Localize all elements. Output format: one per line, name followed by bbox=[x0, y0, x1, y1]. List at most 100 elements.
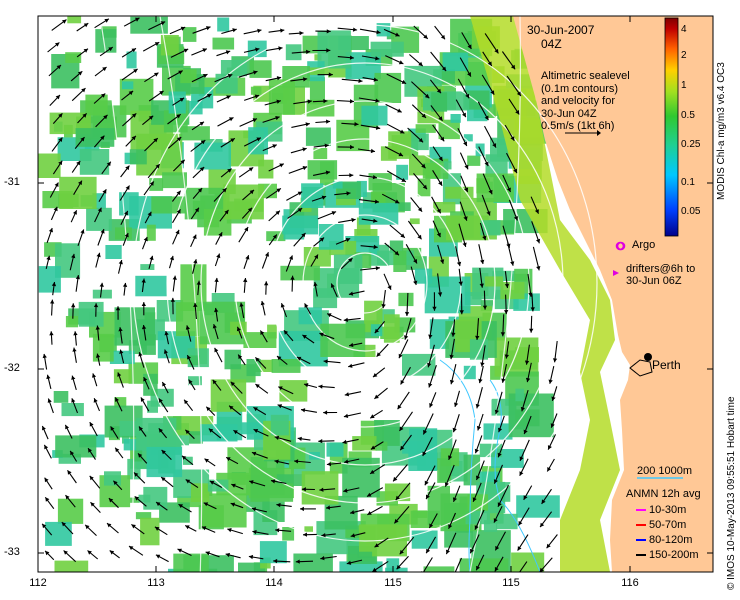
chl-pixel-patch bbox=[270, 414, 289, 436]
chl-pixel-patch bbox=[515, 388, 524, 402]
x-tick-label: 112 bbox=[29, 577, 47, 589]
chl-pixel-patch bbox=[146, 224, 156, 241]
chl-pixel-patch bbox=[516, 495, 560, 518]
anmn-legend-item: 150-200m bbox=[636, 548, 699, 563]
chl-pixel-patch bbox=[282, 527, 295, 541]
chl-pixel-patch bbox=[135, 275, 167, 297]
chl-pixel-patch bbox=[368, 173, 392, 191]
anmn-legend: 10-30m 50-70m 80-120m 150-200m bbox=[636, 503, 699, 563]
chl-pixel-patch bbox=[469, 339, 488, 360]
chl-pixel-patch bbox=[361, 105, 388, 126]
chl-pixel-patch bbox=[463, 134, 473, 142]
anmn-title: ANMN 12h avg bbox=[626, 488, 701, 500]
chl-pixel-patch bbox=[200, 424, 238, 442]
chl-pixel-patch bbox=[511, 552, 545, 572]
legend-swatch bbox=[636, 539, 646, 542]
colorbar bbox=[664, 17, 679, 237]
chl-pixel-patch bbox=[318, 224, 344, 250]
chl-pixel-patch bbox=[75, 128, 115, 147]
note-line: (0.1m contours) bbox=[541, 82, 619, 95]
chl-pixel-patch bbox=[182, 27, 197, 42]
chl-pixel-patch bbox=[250, 483, 294, 502]
drifters-legend-line2: 30-Jun 06Z bbox=[626, 275, 682, 287]
chl-pixel-patch bbox=[305, 127, 331, 146]
legend-label: 80-120m bbox=[649, 534, 693, 546]
chl-pixel-patch bbox=[250, 86, 262, 95]
chl-pixel-patch bbox=[220, 60, 247, 77]
chl-pixel-patch bbox=[282, 215, 319, 235]
anmn-legend-item: 50-70m bbox=[636, 518, 699, 533]
chl-pixel-patch bbox=[301, 183, 324, 208]
chl-pixel-patch bbox=[427, 485, 450, 525]
colorbar-tick-label: 0.5 bbox=[681, 110, 695, 121]
colorbar-tick-label: 2 bbox=[681, 50, 687, 61]
chl-pixel-patch bbox=[86, 207, 112, 231]
colorbar-tick-label: 4 bbox=[681, 24, 687, 35]
chl-pixel-patch bbox=[320, 323, 366, 357]
chl-pixel-patch bbox=[92, 333, 114, 362]
chl-pixel-patch bbox=[105, 245, 122, 259]
chl-pixel-patch bbox=[280, 265, 320, 281]
chl-pixel-patch bbox=[104, 471, 121, 486]
anmn-legend-item: 10-30m bbox=[636, 503, 699, 518]
chl-pixel-patch bbox=[259, 541, 287, 564]
colorbar-tick-label: 0.1 bbox=[681, 177, 695, 188]
chl-pixel-patch bbox=[357, 551, 373, 558]
chl-pixel-patch bbox=[67, 16, 82, 24]
x-tick-label: 115 bbox=[384, 577, 402, 589]
credit-text: © IMOS 10-May-2013 09:55:51 Hobart time bbox=[726, 396, 737, 590]
chl-pixel-patch bbox=[79, 149, 110, 175]
chl-pixel-patch bbox=[249, 60, 272, 78]
chl-pixel-patch bbox=[467, 155, 481, 166]
chl-pixel-patch bbox=[115, 227, 132, 240]
chl-pixel-patch bbox=[122, 81, 134, 90]
chl-pixel-patch bbox=[374, 72, 402, 103]
legend-swatch bbox=[636, 509, 646, 512]
time-label: 04Z bbox=[541, 37, 562, 51]
argo-legend-label: Argo bbox=[632, 239, 656, 251]
chl-pixel-patch bbox=[484, 276, 503, 287]
chl-pixel-patch bbox=[173, 553, 209, 572]
colorbar-tick-label: 0.25 bbox=[681, 139, 701, 150]
chl-pixel-patch bbox=[61, 403, 84, 417]
chl-pixel-patch bbox=[398, 292, 414, 307]
chl-pixel-patch bbox=[246, 359, 261, 377]
chl-pixel-patch bbox=[140, 517, 160, 546]
chl-pixel-patch bbox=[38, 153, 61, 178]
note-line: Altimetric sealevel bbox=[541, 70, 630, 82]
chl-pixel-patch bbox=[279, 380, 308, 402]
chl-pixel-patch bbox=[65, 52, 82, 63]
legend-label: 150-200m bbox=[649, 549, 699, 561]
chl-pixel-patch bbox=[307, 160, 338, 180]
y-tick-label: -31 bbox=[4, 176, 20, 188]
legend-label: 50-70m bbox=[649, 519, 687, 531]
x-tick-label: 116 bbox=[621, 577, 639, 589]
chl-pixel-patch bbox=[143, 486, 168, 510]
chl-pixel-patch bbox=[151, 196, 186, 214]
chl-pixel-patch bbox=[54, 560, 89, 572]
scale-arrow bbox=[565, 130, 601, 136]
chl-pixel-patch bbox=[422, 162, 441, 179]
chl-pixel-patch bbox=[450, 114, 461, 123]
chl-pixel-patch bbox=[140, 264, 155, 270]
x-tick-label: 115 bbox=[502, 577, 520, 589]
chl-pixel-patch bbox=[500, 282, 525, 300]
chl-pixel-patch bbox=[57, 498, 84, 524]
chl-pixel-patch bbox=[224, 349, 242, 370]
sealevel-note: Altimetric sealevel (0.1m contours) and … bbox=[541, 70, 630, 133]
chl-pixel-patch bbox=[271, 359, 301, 373]
chl-pixel-patch bbox=[194, 142, 231, 170]
legend-label: 10-30m bbox=[649, 504, 687, 516]
legend-swatch bbox=[636, 524, 646, 527]
colorbar-title: MODIS Chl-a mg/m3 v6.4 OC3 bbox=[716, 62, 727, 200]
date-label: 30-Jun-2007 bbox=[527, 23, 595, 37]
chl-pixel-patch bbox=[412, 510, 428, 518]
bathy-legend-label: 200 1000m bbox=[637, 465, 693, 477]
note-line: and velocity for bbox=[541, 95, 615, 107]
legend-swatch bbox=[636, 554, 646, 557]
chl-pixel-patch bbox=[398, 202, 411, 211]
x-tick-label: 113 bbox=[147, 577, 165, 589]
chl-pixel-patch bbox=[258, 159, 274, 179]
chl-pixel-patch bbox=[268, 79, 295, 115]
note-line: 30-Jun 04Z bbox=[541, 107, 597, 120]
